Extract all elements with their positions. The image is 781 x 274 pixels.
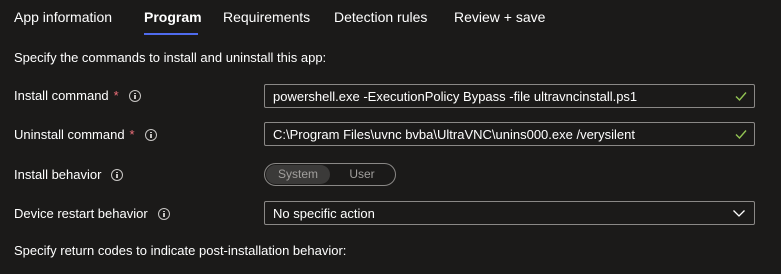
uninstall-command-label: Uninstall command [14,127,125,142]
chevron-down-icon [733,210,745,217]
install-command-label-row: Install command * [14,88,141,103]
install-behavior-label: Install behavior [14,167,102,182]
info-icon[interactable] [144,128,157,141]
tab-app-information[interactable]: App information [14,9,112,25]
install-command-label: Install command [14,88,109,103]
info-icon[interactable] [128,89,141,102]
checkmark-icon [735,92,747,102]
restart-behavior-dropdown[interactable]: No specific action [264,201,755,225]
wizard-tabs: App information Program Requirements Det… [0,0,781,36]
required-marker: * [129,127,135,142]
uninstall-command-label-row: Uninstall command * [14,127,157,142]
restart-behavior-value: No specific action [273,205,375,221]
info-icon[interactable] [111,168,124,181]
tab-detection-rules[interactable]: Detection rules [334,9,427,25]
restart-behavior-label-row: Device restart behavior [14,206,170,221]
active-tab-indicator [144,33,198,35]
install-command-field[interactable] [264,84,755,108]
install-behavior-option-system[interactable]: System [266,165,330,184]
install-command-input[interactable] [265,85,734,107]
tab-requirements[interactable]: Requirements [223,9,310,25]
app-program-page: App information Program Requirements Det… [0,0,781,274]
section-heading: Specify the commands to install and unin… [14,50,327,65]
install-behavior-option-user[interactable]: User [330,165,394,184]
install-behavior-label-row: Install behavior [14,167,124,182]
info-icon[interactable] [157,207,170,220]
checkmark-icon [735,130,747,140]
tab-program[interactable]: Program [144,9,202,25]
return-codes-heading: Specify return codes to indicate post-in… [14,243,347,258]
uninstall-command-field[interactable] [264,122,755,146]
uninstall-command-input[interactable] [265,123,734,145]
install-behavior-toggle[interactable]: System User [264,163,396,186]
required-marker: * [113,88,119,103]
tab-review-save[interactable]: Review + save [454,9,545,25]
restart-behavior-label: Device restart behavior [14,206,148,221]
